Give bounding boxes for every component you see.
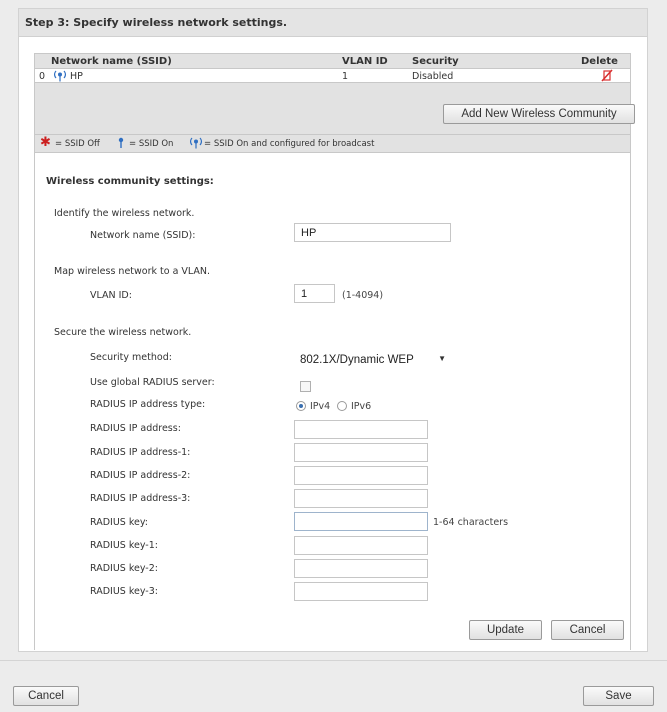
radius-key2-field[interactable] (294, 559, 428, 578)
ipv4-radio[interactable] (296, 401, 306, 411)
ipv6-radio[interactable] (337, 401, 347, 411)
radius-ip2-field[interactable] (294, 466, 428, 485)
radius-ip1-label: RADIUS IP address-1: (90, 447, 191, 458)
chevron-down-icon: ▼ (438, 354, 446, 363)
ipv4-label: IPv4 (310, 401, 331, 412)
update-button[interactable]: Update (469, 620, 542, 640)
legend-off-text: = SSID Off (55, 139, 100, 149)
identify-text: Identify the wireless network. (54, 208, 195, 219)
radius-ip-label: RADIUS IP address: (90, 423, 181, 434)
wizard-panel: Step 3: Specify wireless network setting… (18, 8, 648, 652)
ssid-off-icon: ✱ (40, 135, 51, 150)
add-wireless-community-button[interactable]: Add New Wireless Community (443, 104, 635, 124)
security-method-label: Security method: (90, 352, 172, 363)
delete-icon[interactable] (601, 69, 613, 85)
radius-key-hint: 1-64 characters (433, 517, 509, 528)
ssid-vlan: 1 (342, 71, 349, 82)
ssid-security: Disabled (412, 71, 454, 82)
row-index: 0 (39, 71, 46, 82)
global-radius-checkbox[interactable] (300, 381, 311, 392)
footer-bar: Cancel Save (0, 660, 667, 712)
ipv6-label: IPv6 (351, 401, 372, 412)
radius-key-label: RADIUS key: (90, 517, 148, 528)
column-header-delete: Delete (581, 56, 618, 67)
radius-ip2-label: RADIUS IP address-2: (90, 470, 191, 481)
map-vlan-text: Map wireless network to a VLAN. (54, 266, 211, 277)
wireless-community-settings: Wireless community settings: Identify th… (34, 153, 631, 650)
radius-key1-field[interactable] (294, 536, 428, 555)
radius-ip-type-label: RADIUS IP address type: (90, 399, 206, 410)
secure-text: Secure the wireless network. (54, 327, 192, 338)
vlan-id-label: VLAN ID: (90, 290, 132, 301)
security-method-select[interactable]: 802.1X/Dynamic WEP ▼ (294, 350, 454, 369)
ssid-table: Network name (SSID) VLAN ID Security Del… (34, 53, 635, 153)
radius-ip-field[interactable] (294, 420, 428, 439)
ssid-broadcast-legend-icon (190, 136, 202, 152)
vlan-id-field[interactable]: 1 (294, 284, 335, 303)
table-row[interactable]: 0 HP 1 Disabled (35, 68, 630, 83)
step-title: Step 3: Specify wireless network setting… (25, 16, 288, 29)
ssid-broadcast-icon (54, 69, 66, 85)
column-header-security: Security (412, 56, 459, 67)
cancel-button[interactable]: Cancel (13, 686, 79, 706)
column-header-network-name: Network name (SSID) (51, 56, 172, 67)
settings-title: Wireless community settings: (46, 176, 214, 187)
radius-key1-label: RADIUS key-1: (90, 540, 158, 551)
network-name-label: Network name (SSID): (90, 230, 196, 241)
legend-broadcast-text: = SSID On and configured for broadcast (204, 139, 375, 149)
cancel-settings-button[interactable]: Cancel (551, 620, 624, 640)
radius-key3-label: RADIUS key-3: (90, 586, 158, 597)
network-name-field[interactable]: HP (294, 223, 451, 242)
legend-on-text: = SSID On (129, 139, 174, 149)
vlan-id-hint: (1-4094) (342, 290, 384, 301)
ssid-name[interactable]: HP (70, 71, 83, 82)
radius-key-field[interactable] (294, 512, 428, 531)
global-radius-label: Use global RADIUS server: (90, 377, 215, 388)
step-header: Step 3: Specify wireless network setting… (19, 9, 647, 37)
ssid-legend: ✱ = SSID Off = SSID On = SSID On and con… (35, 134, 630, 152)
security-method-value: 802.1X/Dynamic WEP (300, 353, 414, 366)
radius-key2-label: RADIUS key-2: (90, 563, 158, 574)
ssid-on-icon (116, 137, 126, 152)
column-header-vlan-id: VLAN ID (342, 56, 388, 67)
ssid-table-header: Network name (SSID) VLAN ID Security Del… (35, 54, 630, 68)
radius-ip3-field[interactable] (294, 489, 428, 508)
radius-key3-field[interactable] (294, 582, 428, 601)
radius-ip3-label: RADIUS IP address-3: (90, 493, 191, 504)
radius-ip1-field[interactable] (294, 443, 428, 462)
save-button[interactable]: Save (583, 686, 654, 706)
